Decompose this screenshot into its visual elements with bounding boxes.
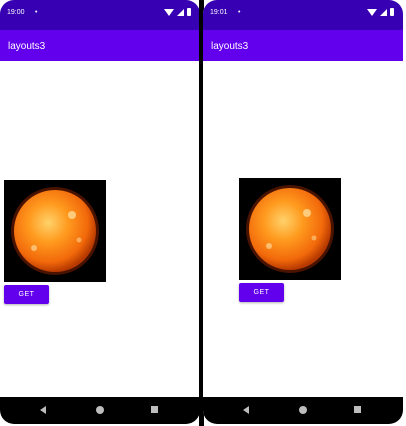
recents-icon[interactable] bbox=[151, 406, 158, 413]
app-bar: layouts3 bbox=[203, 30, 403, 61]
navigation-bar bbox=[203, 397, 403, 424]
phone-screen-left: 19:00 • layouts3 GET bbox=[0, 0, 200, 424]
app-title: layouts3 bbox=[8, 41, 46, 52]
notification-dot: • bbox=[238, 9, 241, 16]
app-title: layouts3 bbox=[211, 41, 249, 52]
notification-dot: • bbox=[35, 9, 38, 16]
sun-graphic bbox=[239, 178, 341, 280]
status-bar: 19:01 • bbox=[203, 0, 403, 30]
sun-image bbox=[239, 178, 341, 280]
home-icon[interactable] bbox=[96, 406, 104, 414]
status-time: 19:01 bbox=[210, 9, 228, 16]
get-button[interactable]: GET bbox=[239, 283, 284, 302]
sun-image bbox=[4, 180, 106, 282]
navigation-bar bbox=[0, 397, 200, 424]
signal-icon bbox=[380, 8, 387, 16]
back-icon[interactable] bbox=[243, 406, 249, 414]
wifi-icon bbox=[367, 8, 377, 16]
status-bar: 19:00 • bbox=[0, 0, 200, 30]
wifi-icon bbox=[164, 8, 174, 16]
home-icon[interactable] bbox=[299, 406, 307, 414]
battery-icon bbox=[187, 8, 191, 16]
sun-graphic bbox=[4, 180, 106, 282]
status-icons bbox=[164, 8, 191, 16]
battery-icon bbox=[390, 8, 394, 16]
signal-icon bbox=[177, 8, 184, 16]
status-time: 19:00 bbox=[7, 9, 25, 16]
get-button[interactable]: GET bbox=[4, 285, 49, 304]
back-icon[interactable] bbox=[40, 406, 46, 414]
status-icons bbox=[367, 8, 394, 16]
recents-icon[interactable] bbox=[354, 406, 361, 413]
app-bar: layouts3 bbox=[0, 30, 200, 61]
phone-screen-right: 19:01 • layouts3 GET bbox=[203, 0, 403, 424]
